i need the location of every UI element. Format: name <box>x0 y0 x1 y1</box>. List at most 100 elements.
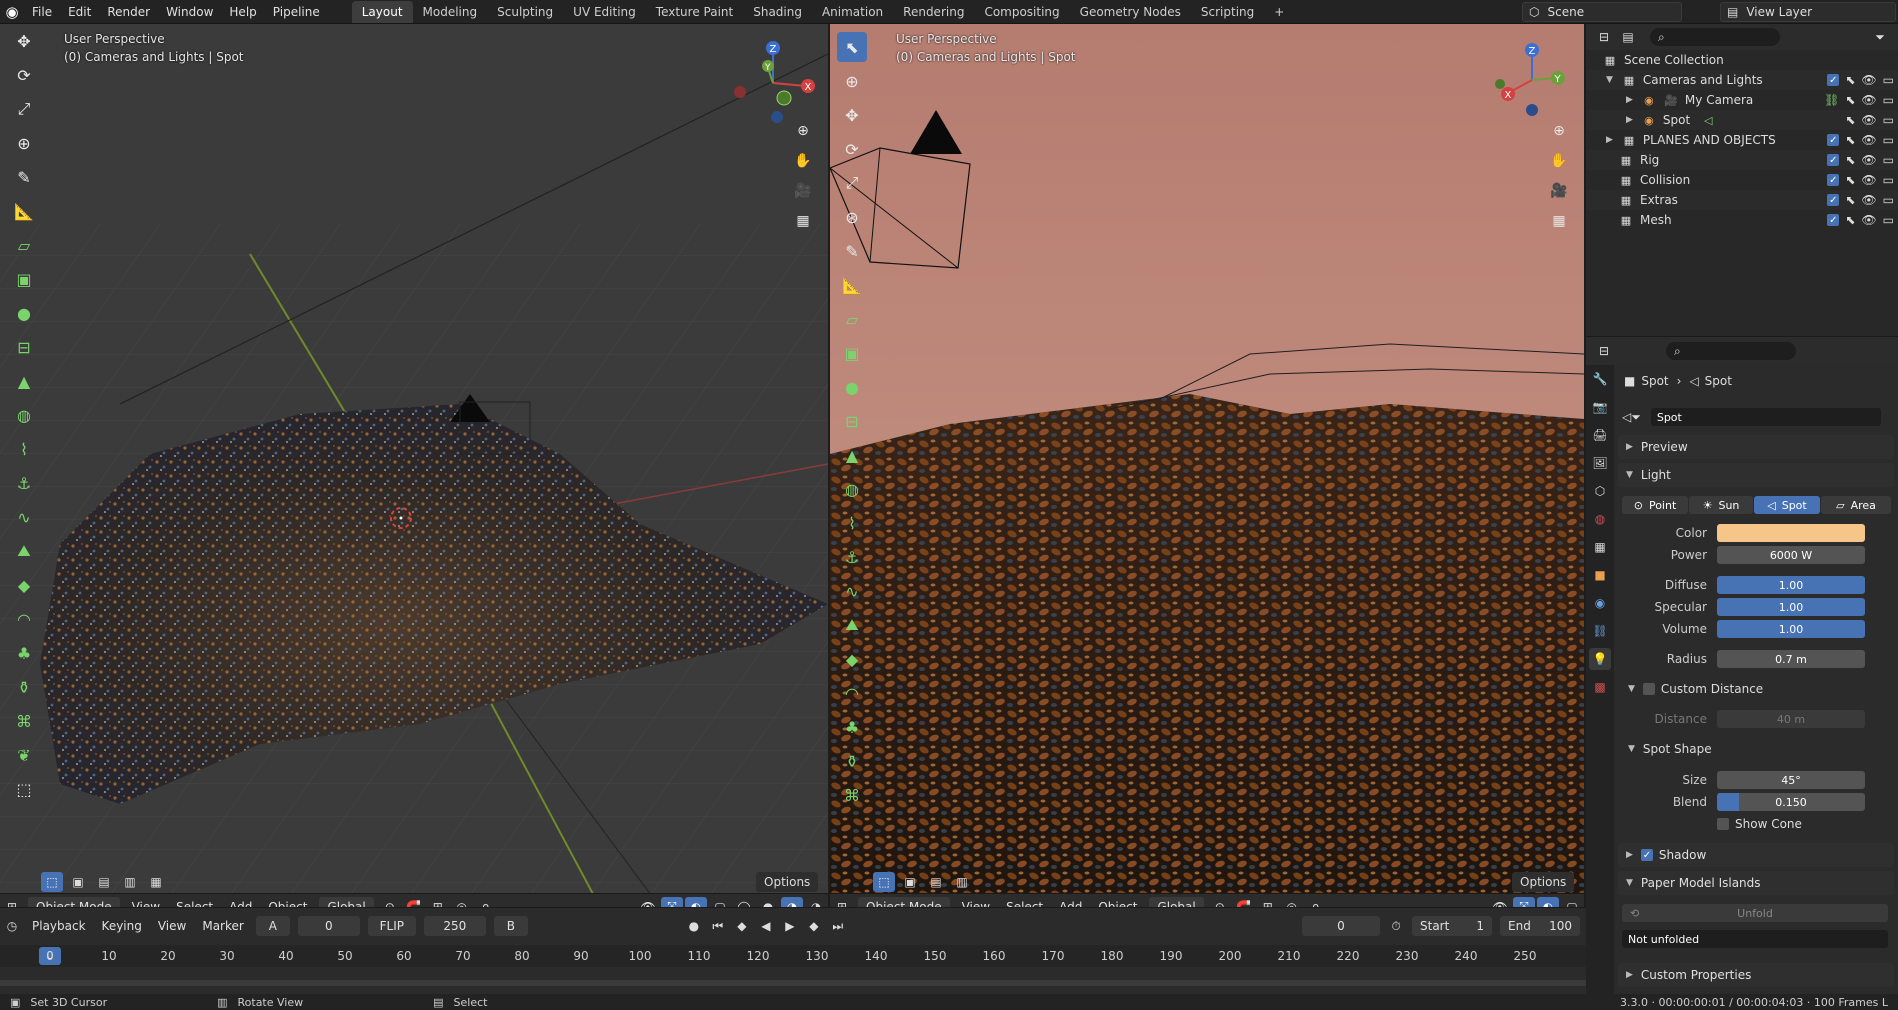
add-grass-icon[interactable]: ♣ <box>9 638 39 668</box>
select-subtract-icon[interactable]: ▤ <box>925 872 947 892</box>
add-pot-icon[interactable]: ⚱ <box>837 746 867 776</box>
select-extend-icon[interactable]: ▣ <box>67 872 89 892</box>
viewport-right[interactable]: User Perspective (0) Cameras and Lights … <box>830 24 1584 907</box>
keying-menu[interactable]: Keying <box>94 913 150 939</box>
pivot-icon[interactable]: ⊙ <box>1209 897 1231 908</box>
spot-shape-subpanel[interactable]: ▼ Spot Shape <box>1628 739 1898 759</box>
outliner-row-extras[interactable]: ▦ Extras ✓ ⬉ 👁 ▭ <box>1586 190 1898 210</box>
eye-icon[interactable]: 👁 <box>1861 133 1876 147</box>
add-cylinder-icon[interactable]: ⊟ <box>837 406 867 436</box>
expand-arrow-icon[interactable]: ▶ <box>1626 115 1633 125</box>
scene-tab-icon[interactable]: ⬡ <box>1589 480 1611 502</box>
expand-arrow-icon[interactable]: ▼ <box>1606 75 1613 85</box>
add-workspace-button[interactable]: + <box>1264 1 1294 23</box>
add-cube-icon[interactable]: ▣ <box>9 264 39 294</box>
options-dropdown[interactable]: Options <box>1512 872 1575 892</box>
falloff-icon[interactable]: ∩ <box>1305 897 1327 908</box>
snap-target-icon[interactable]: ⊞ <box>427 897 449 908</box>
stopwatch-icon[interactable]: ⏱ <box>1385 916 1407 936</box>
menu-help[interactable]: Help <box>221 0 264 24</box>
timeline[interactable]: ◷ Playback Keying View Marker A 0 FLIP 2… <box>0 907 1586 994</box>
add-curve-icon[interactable]: ∿ <box>837 576 867 606</box>
xray-icon[interactable]: ▢ <box>1561 897 1583 908</box>
tab-uv-editing[interactable]: UV Editing <box>563 1 646 23</box>
physics-tab-icon[interactable]: ◉ <box>1589 592 1611 614</box>
power-field[interactable]: 6000 W <box>1717 546 1865 564</box>
select-arrow-icon[interactable]: ⬉ <box>1845 173 1855 187</box>
timeline-scrollbar[interactable] <box>0 980 1586 986</box>
view-layer-tab-icon[interactable]: 🖼 <box>1589 452 1611 474</box>
add-cylinder-icon[interactable]: ⊟ <box>9 332 39 362</box>
pan-hand-icon[interactable]: ✋ <box>1546 148 1572 174</box>
include-checkbox[interactable]: ✓ <box>1827 174 1840 186</box>
visibility-icon[interactable]: 👁 <box>1489 897 1511 908</box>
volume-field[interactable]: 1.00 <box>1717 620 1865 638</box>
select-arrow-icon[interactable]: ⬉ <box>1845 193 1855 207</box>
unfold-button[interactable]: ⟲ Unfold <box>1622 904 1888 922</box>
jump-end-icon[interactable]: ⏭ <box>827 916 849 936</box>
mode-dropdown[interactable]: Object Mode <box>28 896 120 907</box>
add-tree-icon[interactable]: ⌘ <box>9 706 39 736</box>
tab-geometry-nodes[interactable]: Geometry Nodes <box>1070 1 1191 23</box>
snap-target-icon[interactable]: ⊞ <box>1257 897 1279 908</box>
prev-keyframe-icon[interactable]: ◆ <box>731 916 753 936</box>
add-pot-icon[interactable]: ⚱ <box>9 672 39 702</box>
menu-pipeline[interactable]: Pipeline <box>265 0 328 24</box>
render-tab-icon[interactable]: 📷 <box>1589 396 1611 418</box>
camera-icon[interactable]: ▭ <box>1883 113 1894 127</box>
rendered-shading-icon[interactable]: ◑ <box>805 897 827 908</box>
select-arrow-icon[interactable]: ⬉ <box>1845 213 1855 227</box>
snap-icon[interactable]: 🧲 <box>403 897 425 908</box>
current-frame-field[interactable]: 0 <box>1302 916 1380 936</box>
add-cone-icon[interactable]: ▲ <box>837 440 867 470</box>
start-frame-field[interactable]: Start 1 <box>1412 916 1492 936</box>
filter-icon[interactable]: ⏷ <box>1869 27 1891 47</box>
display-mode-icon[interactable]: ▤ <box>1617 27 1639 47</box>
select-box-icon[interactable]: ⬚ <box>873 872 895 892</box>
editor-type-icon[interactable]: ⊞ <box>831 897 853 908</box>
xray-icon[interactable]: ▢ <box>709 897 731 908</box>
add-rainbow-icon[interactable]: ◠ <box>837 678 867 708</box>
light-color-swatch[interactable] <box>1717 524 1865 542</box>
tab-animation[interactable]: Animation <box>812 1 893 23</box>
select-arrow-icon[interactable]: ⬉ <box>1845 133 1855 147</box>
properties-search-input[interactable]: ⌕ <box>1666 342 1796 360</box>
record-icon[interactable]: ● <box>683 916 705 936</box>
add-tube-icon[interactable]: ⌇ <box>837 508 867 538</box>
tab-rendering[interactable]: Rendering <box>893 1 974 23</box>
show-cone-checkbox[interactable] <box>1717 818 1729 830</box>
expand-arrow-icon[interactable]: ▶ <box>1626 95 1633 105</box>
menu-render[interactable]: Render <box>99 0 158 24</box>
select-arrow-icon[interactable]: ⬉ <box>1845 153 1855 167</box>
transform-orientation-dropdown[interactable]: Global <box>319 896 374 907</box>
specular-field[interactable]: 1.00 <box>1717 598 1865 616</box>
add-tube-icon[interactable]: ⌇ <box>9 434 39 464</box>
outliner-row-cameras-and-lights[interactable]: ▼ ▦ Cameras and Lights ✓ ⬉ 👁 ▭ <box>1586 70 1898 90</box>
include-checkbox[interactable]: ✓ <box>1827 214 1840 226</box>
outliner-search-input[interactable]: ⌕ <box>1650 28 1780 46</box>
select-intersect-icon[interactable]: ▦ <box>145 872 167 892</box>
tab-sculpting[interactable]: Sculpting <box>487 1 563 23</box>
visibility-icon[interactable]: 👁 <box>637 897 659 908</box>
eye-icon[interactable]: 👁 <box>1861 73 1876 87</box>
outliner-row-planes-and-objects[interactable]: ▶ ▦ PLANES AND OBJECTS ✓ ⬉ 👁 ▭ <box>1586 130 1898 150</box>
material-shading-icon[interactable]: ◕ <box>781 896 803 907</box>
tab-shading[interactable]: Shading <box>743 1 812 23</box>
select-tool-icon[interactable]: ⬉ <box>837 32 867 62</box>
eye-icon[interactable]: 👁 <box>1861 153 1876 167</box>
tab-compositing[interactable]: Compositing <box>974 1 1069 23</box>
add-plane-icon[interactable]: ▱ <box>837 304 867 334</box>
eye-icon[interactable]: 👁 <box>1861 193 1876 207</box>
gizmo-icon[interactable]: ⤧ <box>661 896 683 907</box>
custom-distance-row[interactable]: ▼ Custom Distance <box>1628 679 1898 699</box>
flip-value-field[interactable]: 250 <box>423 916 486 936</box>
select-arrow-icon[interactable]: ⬉ <box>1845 93 1855 107</box>
editor-type-icon[interactable]: ⊟ <box>1593 341 1615 361</box>
blender-logo-icon[interactable]: ◉ <box>0 0 24 24</box>
add-cube-icon[interactable]: ▣ <box>837 338 867 368</box>
options-dropdown[interactable]: Options <box>756 872 819 892</box>
proportional-icon[interactable]: ◎ <box>451 897 473 908</box>
playback-menu[interactable]: Playback <box>24 913 94 939</box>
panel-preview[interactable]: ▶ Preview <box>1618 435 1894 459</box>
end-frame-field[interactable]: End 100 <box>1500 916 1580 936</box>
